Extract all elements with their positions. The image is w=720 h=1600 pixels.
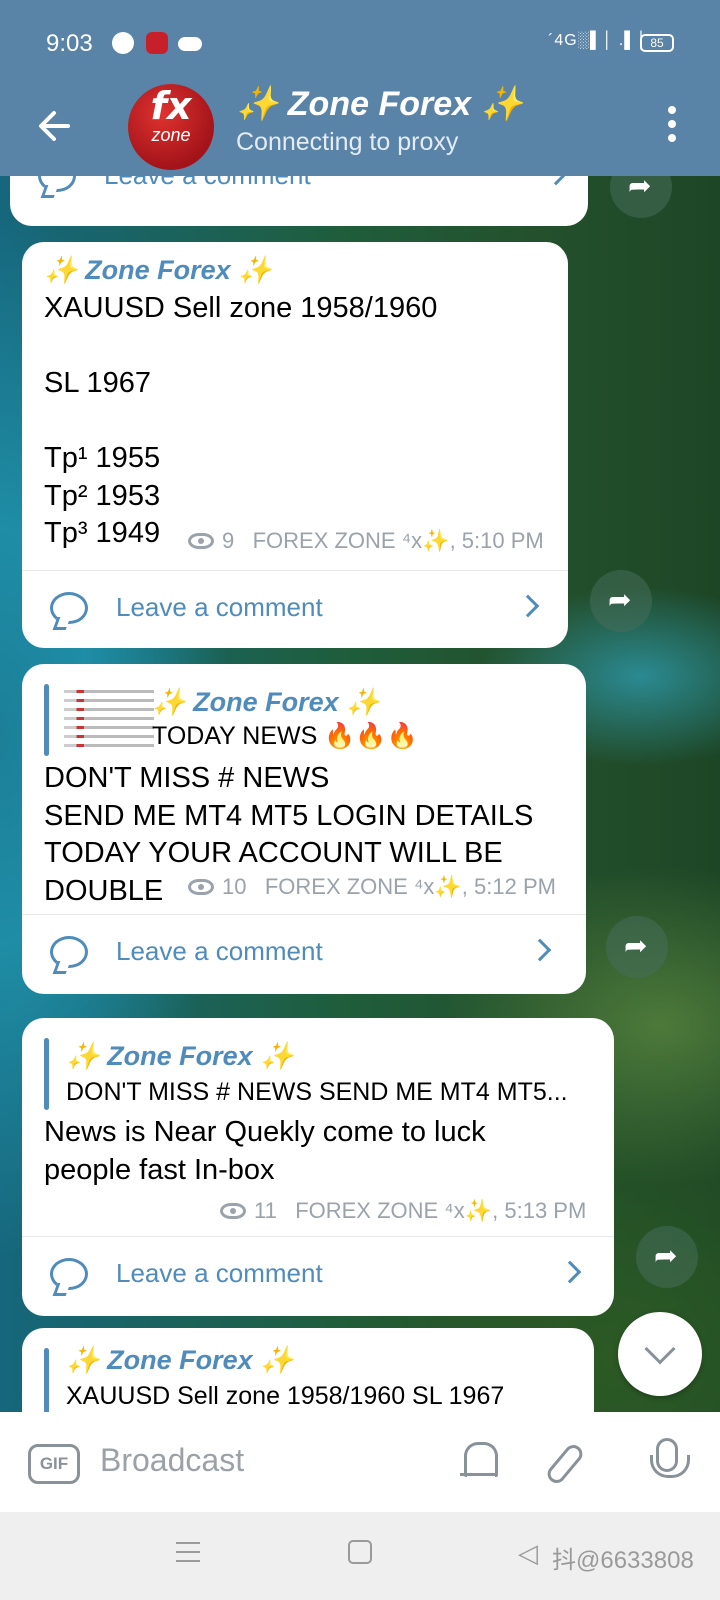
reply-text[interactable]: DON'T MISS # NEWS SEND ME MT4 MT5...	[66, 1078, 596, 1107]
broadcast-input[interactable]: Broadcast	[100, 1442, 244, 1479]
system-nav-bar: ◁ 抖@6633808	[0, 1512, 720, 1600]
chevron-right-icon	[544, 176, 568, 186]
view-count: 10	[222, 874, 247, 899]
bell-icon[interactable]	[460, 1440, 498, 1484]
chevron-down-icon	[644, 1333, 676, 1365]
channel-header: fx zone ✨ Zone Forex ✨ Connecting to pro…	[0, 84, 720, 176]
scroll-down-button[interactable]	[618, 1312, 702, 1396]
message-text: XAUUSD Sell zone 1958/1960 SL 1967 Tp¹ 1…	[44, 292, 438, 549]
connection-status: Connecting to proxy	[236, 128, 459, 156]
comment-label: Leave a comment	[104, 176, 311, 191]
share-button[interactable]: ➦	[610, 176, 672, 218]
view-count: 11	[254, 1198, 277, 1223]
comment-icon	[38, 176, 76, 192]
eye-icon	[220, 1203, 246, 1219]
comment-icon	[50, 1258, 88, 1290]
message-bubble: ✨ Zone Forex ✨ XAUUSD Sell zone 1958/196…	[22, 242, 568, 648]
reply-quote-bar	[44, 1348, 49, 1412]
leave-comment-row[interactable]: Leave a comment	[22, 570, 568, 650]
author-time: FOREX ZONE ⁴x✨, 5:10 PM	[252, 528, 544, 553]
reply-text[interactable]: TODAY NEWS 🔥🔥🔥	[152, 722, 562, 751]
share-icon: ➦	[624, 930, 648, 961]
author-time: FOREX ZONE ⁴x✨, 5:12 PM	[264, 874, 556, 899]
share-button[interactable]: ➦	[606, 916, 668, 978]
share-icon: ➦	[654, 1240, 678, 1271]
watermark: 抖@6633808	[552, 1547, 694, 1574]
chevron-right-icon	[528, 938, 552, 962]
reply-title[interactable]: ✨ Zone Forex ✨	[152, 686, 380, 718]
eye-icon	[188, 533, 214, 549]
back-nav-icon[interactable]: ◁	[518, 1540, 538, 1566]
status-time: 9:03	[46, 30, 93, 57]
author-time: FOREX ZONE ⁴x✨, 5:13 PM	[295, 1198, 587, 1223]
message-meta: 9 FOREX ZONE ⁴x✨, 5:10 PM	[188, 528, 544, 554]
home-nav-icon[interactable]	[348, 1540, 372, 1564]
avatar-logo-subtext: zone	[151, 125, 191, 145]
channel-title[interactable]: ✨ Zone Forex ✨	[236, 84, 523, 124]
chevron-right-icon	[516, 594, 540, 618]
message-text: News is Near Quekly come to luck people …	[44, 1116, 486, 1186]
message-meta: 11 FOREX ZONE ⁴x✨, 5:13 PM	[220, 1198, 586, 1224]
share-button[interactable]: ➦	[590, 570, 652, 632]
leave-comment-row[interactable]: Leave a comment	[10, 176, 588, 218]
paperclip-icon[interactable]	[543, 1441, 587, 1487]
input-bar: GIF Broadcast	[0, 1412, 720, 1512]
comment-icon	[50, 936, 88, 968]
cloud-icon	[178, 37, 202, 51]
comment-icon	[50, 592, 88, 624]
more-vert-icon[interactable]	[652, 100, 692, 156]
message-meta: 10 FOREX ZONE ⁴x✨, 5:12 PM	[188, 874, 556, 900]
back-arrow-icon[interactable]	[28, 100, 80, 152]
share-icon: ➦	[628, 176, 652, 201]
mic-icon[interactable]	[650, 1438, 690, 1478]
message-bubble: ✨ Zone Forex ✨ XAUUSD Sell zone 1958/196…	[22, 1328, 594, 1412]
channel-avatar[interactable]: fx zone	[128, 84, 214, 170]
comment-label: Leave a comment	[116, 936, 323, 966]
message-bubble: Leave a comment	[10, 176, 588, 226]
battery-icon: 85	[640, 34, 674, 52]
reply-quote-bar	[44, 684, 49, 756]
status-bar: 9:03 ´4G░▌│ .▌│ 85	[0, 0, 720, 84]
messenger-icon	[112, 32, 134, 54]
app-notification-icon	[146, 32, 168, 54]
chevron-right-icon	[558, 1260, 582, 1284]
signal-icon: ´4G░▌│ .▌│	[548, 32, 648, 49]
share-button[interactable]: ➦	[636, 1226, 698, 1288]
reply-title[interactable]: ✨ Zone Forex ✨	[66, 1344, 294, 1376]
reply-text[interactable]: XAUUSD Sell zone 1958/1960 SL 1967	[66, 1382, 576, 1411]
comment-label: Leave a comment	[116, 592, 323, 622]
avatar-logo-text: fx	[150, 84, 192, 128]
eye-icon	[188, 879, 214, 895]
chat-area[interactable]: Leave a comment ➦ ✨ Zone Forex ✨ XAUUSD …	[0, 176, 720, 1412]
leave-comment-row[interactable]: Leave a comment	[22, 1236, 614, 1316]
leave-comment-row[interactable]: Leave a comment	[22, 914, 586, 994]
message-bubble: ✨ Zone Forex ✨ DON'T MISS # NEWS SEND ME…	[22, 1018, 614, 1316]
gif-icon[interactable]: GIF	[28, 1444, 80, 1484]
sender-name[interactable]: ✨ Zone Forex ✨	[44, 254, 272, 286]
reply-quote-bar	[44, 1038, 49, 1110]
reply-title[interactable]: ✨ Zone Forex ✨	[66, 1040, 294, 1072]
comment-label: Leave a comment	[116, 1258, 323, 1288]
recents-nav-icon[interactable]	[176, 1542, 200, 1562]
news-thumbnail[interactable]	[58, 684, 160, 756]
message-bubble: ✨ Zone Forex ✨ TODAY NEWS 🔥🔥🔥 DON'T MISS…	[22, 664, 586, 994]
view-count: 9	[222, 528, 235, 553]
share-icon: ➦	[608, 584, 632, 615]
